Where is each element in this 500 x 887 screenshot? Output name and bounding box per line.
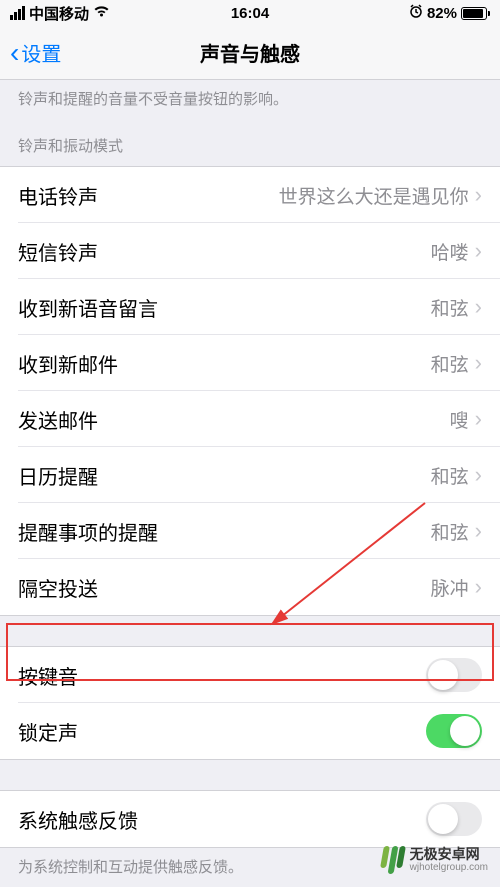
row-label: 发送邮件 <box>18 405 450 434</box>
status-time: 16:04 <box>231 5 269 22</box>
nav-bar: ‹ 设置 声音与触感 <box>0 26 500 80</box>
wifi-icon <box>93 5 110 22</box>
back-button[interactable]: ‹ 设置 <box>10 38 61 67</box>
watermark-title: 无极安卓网 <box>410 847 488 862</box>
status-bar: 中国移动 16:04 82% <box>0 0 500 26</box>
haptics-group: 系统触感反馈 <box>0 790 500 848</box>
row-label: 电话铃声 <box>18 181 279 210</box>
row-label: 按键音 <box>18 661 426 690</box>
row-value: 嗖 <box>450 406 469 433</box>
chevron-left-icon: ‹ <box>10 39 19 67</box>
watermark: 无极安卓网 wjhotelgroup.com <box>382 846 488 874</box>
row-value: 哈喽 <box>431 238 469 265</box>
chevron-right-icon: › <box>475 464 482 486</box>
chevron-right-icon: › <box>475 520 482 542</box>
row-label: 提醒事项的提醒 <box>18 517 431 546</box>
signal-icon <box>10 6 25 20</box>
system-haptics-toggle[interactable] <box>426 802 482 836</box>
row-label: 系统触感反馈 <box>18 805 426 834</box>
chevron-right-icon: › <box>475 240 482 262</box>
chevron-right-icon: › <box>475 576 482 598</box>
row-label: 锁定声 <box>18 717 426 746</box>
row-value: 脉冲 <box>431 574 469 601</box>
row-new-mail[interactable]: 收到新邮件 和弦 › <box>0 335 500 391</box>
row-label: 日历提醒 <box>18 461 431 490</box>
back-label: 设置 <box>21 38 61 67</box>
row-value: 和弦 <box>431 462 469 489</box>
watermark-logo-icon <box>382 846 404 874</box>
chevron-right-icon: › <box>475 184 482 206</box>
row-system-haptics: 系统触感反馈 <box>0 791 500 847</box>
chevron-right-icon: › <box>475 352 482 374</box>
keyboard-clicks-toggle[interactable] <box>426 658 482 692</box>
row-reminders[interactable]: 提醒事项的提醒 和弦 › <box>0 503 500 559</box>
row-value: 和弦 <box>431 518 469 545</box>
row-airdrop[interactable]: 隔空投送 脉冲 › <box>0 559 500 615</box>
carrier-label: 中国移动 <box>29 3 89 24</box>
chevron-right-icon: › <box>475 408 482 430</box>
row-keyboard-clicks: 按键音 <box>0 647 500 703</box>
row-label: 隔空投送 <box>18 573 431 602</box>
sounds-group: 电话铃声 世界这么大还是遇见你 › 短信铃声 哈喽 › 收到新语音留言 和弦 ›… <box>0 166 500 616</box>
row-text-tone[interactable]: 短信铃声 哈喽 › <box>0 223 500 279</box>
alarm-icon <box>409 4 423 22</box>
chevron-right-icon: › <box>475 296 482 318</box>
section-footer-1: 铃声和提醒的音量不受音量按钮的影响。 <box>0 80 500 119</box>
page-title: 声音与触感 <box>200 38 300 67</box>
battery-pct: 82% <box>427 5 457 22</box>
row-value: 和弦 <box>431 294 469 321</box>
row-value: 和弦 <box>431 350 469 377</box>
section-header-sounds: 铃声和振动模式 <box>0 119 500 166</box>
lock-sound-toggle[interactable] <box>426 714 482 748</box>
row-ringtone[interactable]: 电话铃声 世界这么大还是遇见你 › <box>0 167 500 223</box>
row-label: 短信铃声 <box>18 237 431 266</box>
row-sent-mail[interactable]: 发送邮件 嗖 › <box>0 391 500 447</box>
row-value: 世界这么大还是遇见你 <box>279 182 469 209</box>
row-label: 收到新邮件 <box>18 349 431 378</box>
watermark-url: wjhotelgroup.com <box>410 862 488 873</box>
battery-icon <box>461 7 490 20</box>
row-label: 收到新语音留言 <box>18 293 431 322</box>
toggles-group: 按键音 锁定声 <box>0 646 500 760</box>
row-lock-sound: 锁定声 <box>0 703 500 759</box>
row-calendar[interactable]: 日历提醒 和弦 › <box>0 447 500 503</box>
row-voicemail[interactable]: 收到新语音留言 和弦 › <box>0 279 500 335</box>
